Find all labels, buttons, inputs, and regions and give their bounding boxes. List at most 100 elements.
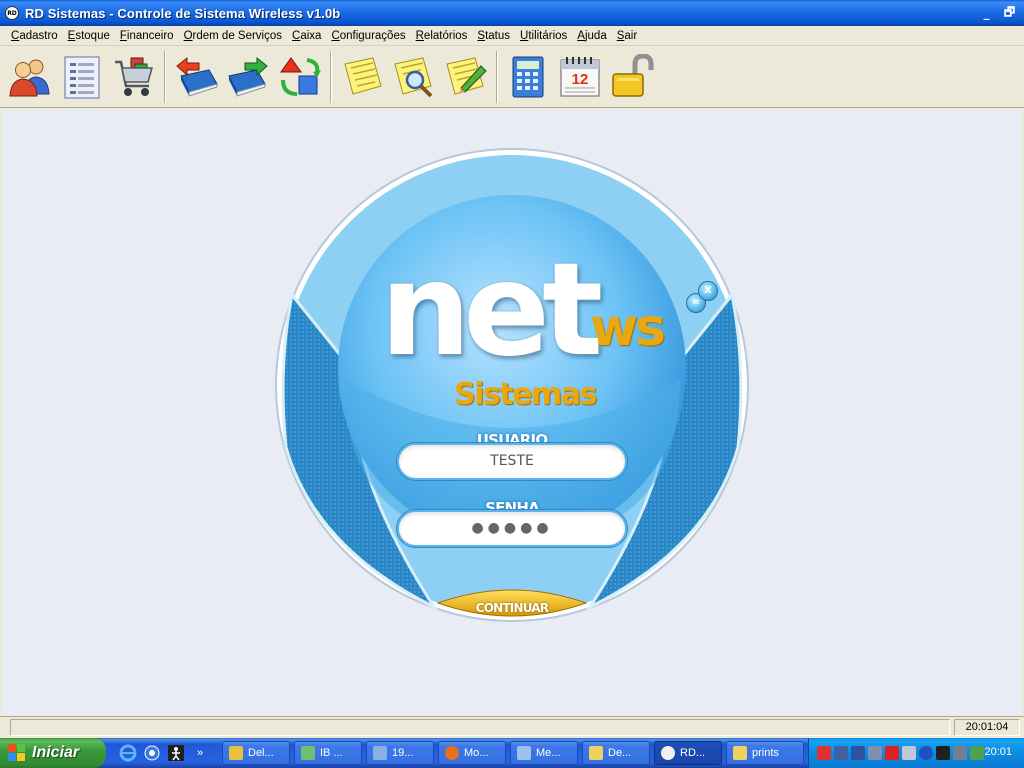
calculator-icon <box>512 56 544 97</box>
calendar-day: 12 <box>572 71 589 88</box>
task-label: Del... <box>248 747 274 759</box>
notepad-icon <box>344 56 382 95</box>
menu-configuracoes[interactable]: Configurações <box>326 26 410 46</box>
display-icon[interactable] <box>868 746 882 760</box>
kaspersky-icon[interactable] <box>885 746 899 760</box>
menu-ordem-servicos[interactable]: Ordem de Serviços <box>179 26 287 46</box>
quick-launch: » <box>118 743 210 763</box>
toolbar: 12 <box>0 46 1024 108</box>
book-forward-icon <box>228 56 268 97</box>
task-button[interactable]: IB ... <box>294 741 362 765</box>
tray-misc-icon[interactable] <box>953 746 967 760</box>
toolbar-separator <box>164 50 166 103</box>
task-label: 19... <box>392 747 414 759</box>
ie-icon[interactable] <box>118 743 138 763</box>
windows-logo-icon <box>8 744 26 762</box>
toolbar-editar-button[interactable] <box>440 49 492 105</box>
usuario-input[interactable]: TESTE <box>397 443 627 480</box>
task-button[interactable]: prints <box>726 741 804 765</box>
menu-bar: Cadastro Estoque Financeiro Ordem de Ser… <box>0 26 1024 46</box>
calendar-icon: 12 <box>560 56 600 96</box>
task-button[interactable]: Me... <box>510 741 578 765</box>
toolbar-anotacoes-button[interactable] <box>336 49 388 105</box>
users-icon <box>9 59 50 96</box>
nero-icon[interactable] <box>936 746 950 760</box>
logo-sistemas-text: Sistemas <box>454 377 597 412</box>
title-bar[interactable]: RD RD Sistemas - Controle de Sistema Wir… <box>0 0 1024 26</box>
toolbar-bloquear-button[interactable] <box>606 49 658 105</box>
toolbar-reciclar-button[interactable] <box>274 49 326 105</box>
system-tray: 20:01 <box>808 738 1024 768</box>
continuar-button[interactable]: CONTINUAR <box>440 594 584 622</box>
quick-launch-more[interactable]: » <box>190 743 210 763</box>
task-label: Me... <box>536 747 561 759</box>
menu-cadastro[interactable]: Cadastro <box>6 26 63 46</box>
menu-sair[interactable]: Sair <box>612 26 642 46</box>
taskbar: Iniciar » Del... IB ... 19... Mo... Me..… <box>0 738 1024 768</box>
logo-net-text: net <box>380 236 603 385</box>
toolbar-cart-button[interactable] <box>108 49 160 105</box>
person-icon[interactable] <box>166 743 186 763</box>
toolbar-agenda-button[interactable]: 12 <box>554 49 606 105</box>
menu-status[interactable]: Status <box>472 26 515 46</box>
notepad-edit-icon <box>446 56 487 95</box>
toolbar-separator <box>330 50 332 103</box>
status-panel <box>10 719 950 736</box>
menu-utilitarios[interactable]: Utilitários <box>515 26 572 46</box>
logo-ws-text: ws <box>590 298 666 358</box>
delphi-icon <box>229 746 243 760</box>
window-title: RD Sistemas - Controle de Sistema Wirele… <box>25 5 341 21</box>
senha-input[interactable]: ●●●●● <box>397 510 627 547</box>
minimize-button[interactable]: _ <box>976 3 997 23</box>
menu-estoque[interactable]: Estoque <box>63 26 115 46</box>
menu-caixa[interactable]: Caixa <box>287 26 326 46</box>
network-icon <box>373 746 387 760</box>
task-button[interactable]: Del... <box>222 741 290 765</box>
toolbar-entrada-button[interactable] <box>170 49 222 105</box>
shopping-cart-icon <box>115 57 153 96</box>
toolbar-pesquisa-button[interactable] <box>388 49 440 105</box>
toolbar-separator <box>496 50 498 103</box>
menu-ajuda[interactable]: Ajuda <box>572 26 611 46</box>
antivirus-icon[interactable] <box>817 746 831 760</box>
toolbar-clientes-button[interactable] <box>4 49 56 105</box>
network-icon[interactable] <box>834 746 848 760</box>
menu-financeiro[interactable]: Financeiro <box>115 26 179 46</box>
ibexpert-icon <box>301 746 315 760</box>
toolbar-saida-button[interactable] <box>222 49 274 105</box>
start-label: Iniciar <box>32 744 80 761</box>
app-icon[interactable]: RD <box>5 6 19 20</box>
messenger-icon <box>517 746 531 760</box>
folder-icon <box>589 746 603 760</box>
task-label: Mo... <box>464 747 489 759</box>
toolbar-calculadora-button[interactable] <box>502 49 554 105</box>
task-button[interactable]: 19... <box>366 741 434 765</box>
browser-icon[interactable] <box>142 743 162 763</box>
login-panel: net ws Sistemas = X USUARIO TESTE SENHA … <box>274 147 750 623</box>
start-button[interactable]: Iniciar <box>0 738 106 768</box>
restore-button[interactable]: 🗗 <box>999 3 1020 23</box>
toolbar-list-button[interactable] <box>56 49 108 105</box>
task-button[interactable]: De... <box>582 741 650 765</box>
login-close-button[interactable]: X <box>698 281 718 301</box>
network-icon[interactable] <box>851 746 865 760</box>
task-label: prints <box>752 747 779 759</box>
task-label: De... <box>608 747 632 759</box>
firefox-icon <box>445 746 459 760</box>
task-button-active[interactable]: RD... <box>654 741 722 765</box>
safely-remove-icon[interactable] <box>970 746 984 760</box>
tray-clock[interactable]: 20:01 <box>984 746 1012 758</box>
status-bar: 20:01:04 <box>0 716 1024 738</box>
download-icon[interactable] <box>919 746 933 760</box>
rd-app-icon <box>661 746 675 760</box>
task-button[interactable]: Mo... <box>438 741 506 765</box>
recycle-icon <box>280 56 321 96</box>
book-back-icon <box>176 56 218 97</box>
senha-mask: ●●●●● <box>471 520 553 536</box>
accessibility-icon[interactable] <box>902 746 916 760</box>
padlock-icon <box>612 53 654 97</box>
document-list-icon <box>64 56 100 98</box>
folder-icon <box>733 746 747 760</box>
status-clock: 20:01:04 <box>954 719 1020 736</box>
menu-relatorios[interactable]: Relatórios <box>411 26 473 46</box>
